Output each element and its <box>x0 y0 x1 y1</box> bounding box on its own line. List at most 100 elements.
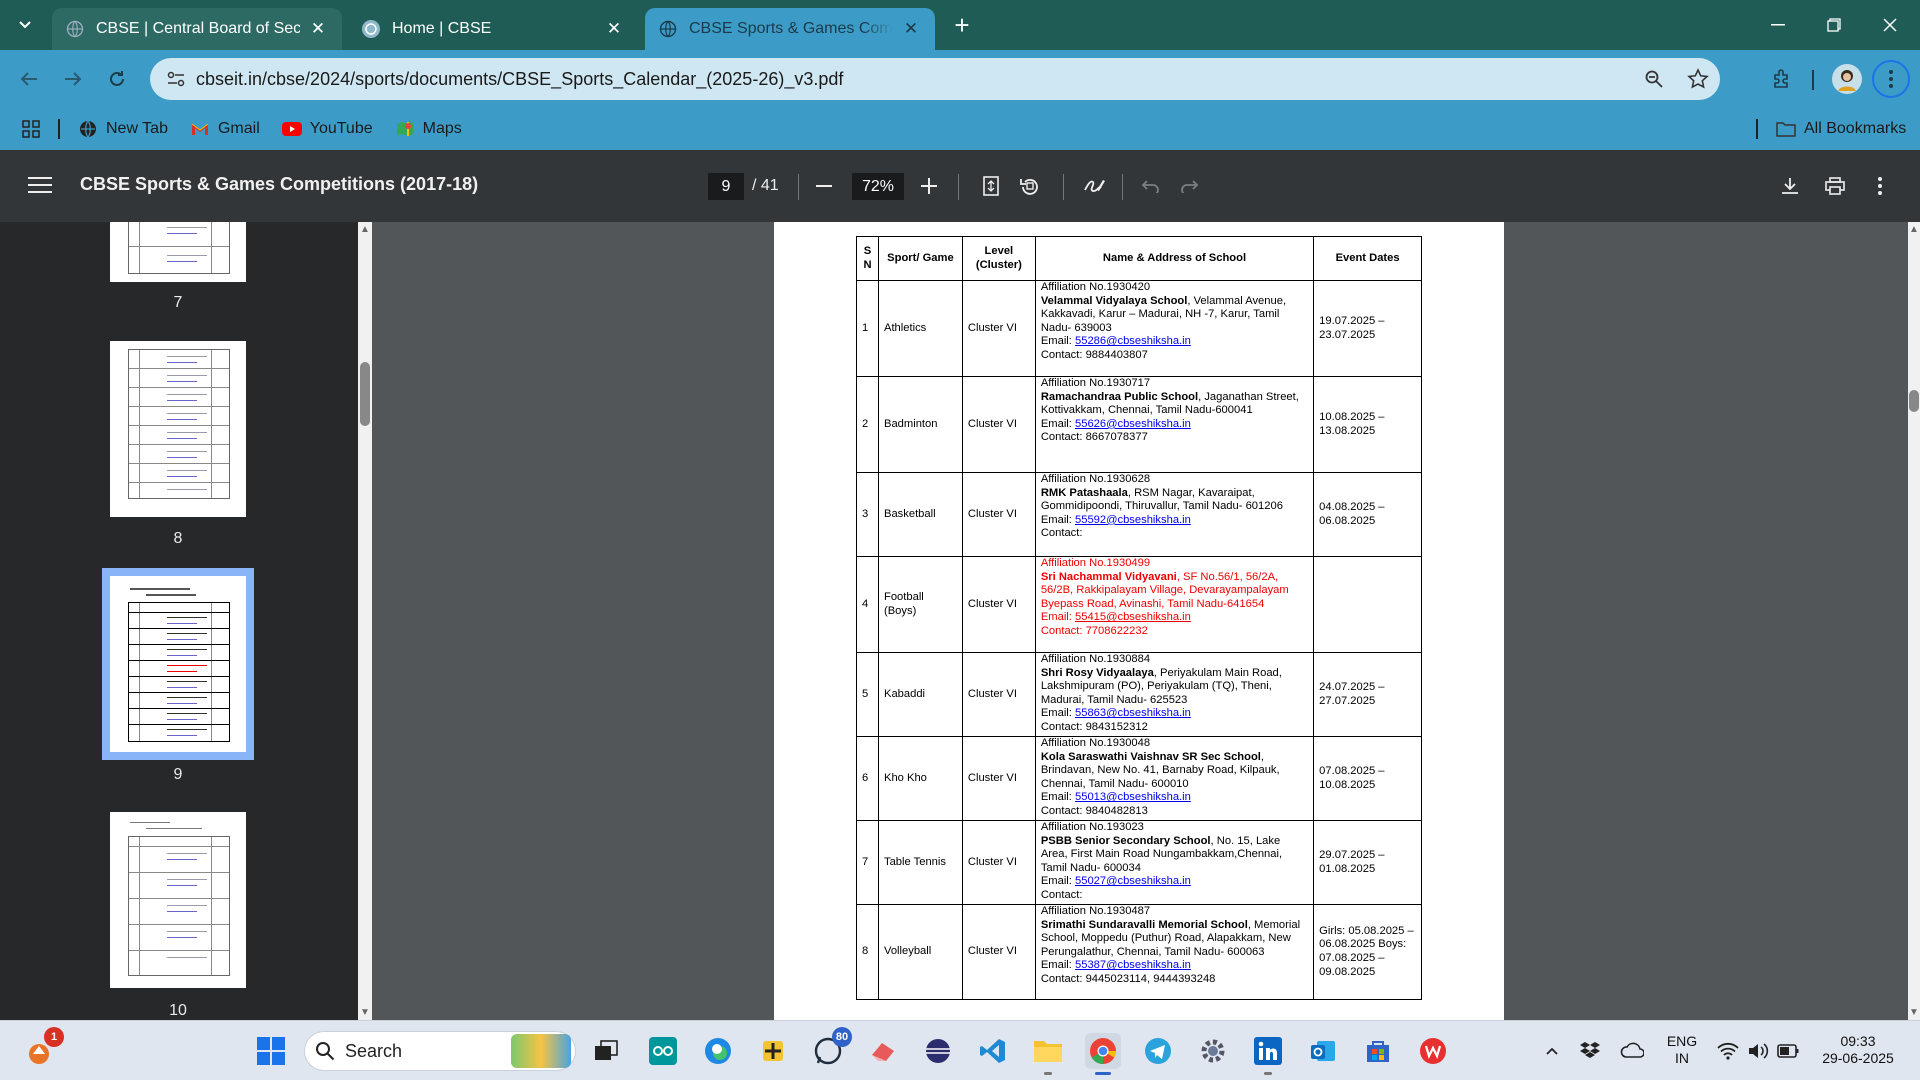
scroll-up-arrow-icon[interactable]: ▲ <box>1908 224 1920 235</box>
cell-sn: 6 <box>856 736 879 821</box>
app-eraser-icon[interactable] <box>865 1033 901 1069</box>
redo-button[interactable] <box>1174 170 1206 202</box>
more-options-button[interactable] <box>1864 170 1896 202</box>
pdf-viewport: S N Sport/ Game Level (Cluster) Name & A… <box>372 222 1908 1020</box>
chrome-menu-button[interactable] <box>1872 60 1910 98</box>
scroll-down-arrow-icon[interactable]: ▼ <box>1908 1007 1920 1018</box>
close-tab-icon[interactable]: ✕ <box>604 19 624 39</box>
email-link[interactable]: 55592@cbseshiksha.in <box>1075 514 1191 526</box>
start-button[interactable] <box>253 1033 289 1069</box>
battery-icon[interactable] <box>1770 1033 1806 1069</box>
wps-office-icon[interactable] <box>1415 1033 1451 1069</box>
tab-title: CBSE Sports & Games Competitions <box>689 20 893 37</box>
download-button[interactable] <box>1774 170 1806 202</box>
email-link[interactable]: 55626@cbseshiksha.in <box>1075 418 1191 430</box>
restore-button[interactable] <box>1806 0 1862 50</box>
sidebar-scrollbar[interactable]: ▲ ▼ <box>358 222 372 1020</box>
show-hidden-icons-button[interactable] <box>1534 1033 1570 1069</box>
thumbnail-page-10[interactable] <box>110 812 246 988</box>
zoom-icon[interactable] <box>1632 69 1676 89</box>
folder-icon <box>1776 119 1796 139</box>
print-button[interactable] <box>1819 170 1851 202</box>
app-orb-icon[interactable] <box>920 1033 956 1069</box>
email-label: Email: <box>1040 875 1076 888</box>
minimize-button[interactable] <box>1750 0 1806 50</box>
address-bar[interactable]: cbseit.in/cbse/2024/sports/documents/CBS… <box>150 58 1720 100</box>
tab-search-button[interactable] <box>10 10 40 40</box>
thumbnail-page-8[interactable] <box>110 341 246 517</box>
bookmark-new-tab[interactable]: New Tab <box>78 119 168 139</box>
cell-sport-game: Kho Kho <box>877 736 963 821</box>
email-link[interactable]: 55027@cbseshiksha.in <box>1075 875 1191 887</box>
edge-icon[interactable] <box>700 1033 736 1069</box>
telegram-icon[interactable] <box>1140 1033 1176 1069</box>
outlook-icon[interactable] <box>1305 1033 1341 1069</box>
tab-cbse-central-board[interactable]: CBSE | Central Board of Secondary Educat… <box>52 8 342 50</box>
viewer-scrollbar[interactable]: ▲ ▼ <box>1908 222 1920 1020</box>
thumbnail-page-9[interactable] <box>102 568 254 760</box>
email-link[interactable]: 55013@cbseshiksha.in <box>1075 791 1191 803</box>
chrome-icon[interactable] <box>1085 1033 1121 1075</box>
app-arduino-icon[interactable] <box>645 1033 681 1069</box>
zoom-level-input[interactable]: 72% <box>852 173 904 200</box>
scrollbar-thumb[interactable] <box>1909 390 1919 412</box>
close-tab-icon[interactable]: ✕ <box>901 19 921 39</box>
thumbnail-page-7[interactable] <box>110 222 246 282</box>
notification-app-icon[interactable]: 1 <box>22 1027 64 1069</box>
taskbar-search[interactable]: Search <box>304 1031 576 1071</box>
vscode-icon[interactable] <box>975 1033 1011 1069</box>
scrollbar-thumb[interactable] <box>360 362 370 426</box>
zoom-out-button[interactable] <box>808 170 840 202</box>
scroll-up-arrow-icon[interactable]: ▲ <box>359 224 371 235</box>
all-bookmarks-button[interactable]: All Bookmarks <box>1776 119 1906 139</box>
profile-avatar[interactable] <box>1828 60 1866 98</box>
bookmark-gmail[interactable]: Gmail <box>190 119 260 139</box>
cell-event-dates: 04.08.2025 – 06.08.2025 <box>1313 472 1422 557</box>
language-indicator[interactable]: ENG IN <box>1662 1033 1702 1067</box>
rotate-button[interactable] <box>1014 170 1046 202</box>
email-link[interactable]: 55863@cbseshiksha.in <box>1075 707 1191 719</box>
tab-home-cbse[interactable]: Home | CBSE ✕ <box>348 8 638 50</box>
task-view-button[interactable] <box>588 1033 624 1069</box>
bookmark-star-icon[interactable] <box>1676 68 1720 90</box>
email-link[interactable]: 55387@cbseshiksha.in <box>1075 959 1191 971</box>
fit-page-button[interactable] <box>975 170 1007 202</box>
bookmark-maps[interactable]: Maps <box>395 119 462 139</box>
url-text[interactable]: cbseit.in/cbse/2024/sports/documents/CBS… <box>196 69 1632 90</box>
cell-level: Cluster VI <box>961 376 1036 473</box>
cell-sn: 3 <box>856 472 879 557</box>
linkedin-icon[interactable] <box>1250 1033 1286 1075</box>
microsoft-store-icon[interactable] <box>1360 1033 1396 1069</box>
reload-button[interactable] <box>102 64 132 94</box>
tab-sports-games[interactable]: CBSE Sports & Games Competitions ✕ <box>645 8 935 50</box>
settings-icon[interactable] <box>1195 1033 1231 1069</box>
close-tab-icon[interactable]: ✕ <box>308 19 328 39</box>
new-tab-button[interactable]: + <box>948 12 976 40</box>
undo-button[interactable] <box>1134 170 1166 202</box>
affiliation-number: Affiliation No.1930420 <box>1040 281 1151 293</box>
dropbox-icon[interactable] <box>1572 1033 1608 1069</box>
site-info-icon[interactable] <box>156 71 196 87</box>
email-link[interactable]: 55415@cbseshiksha.in <box>1075 611 1191 623</box>
cell-event-dates: 29.07.2025 – 01.08.2025 <box>1313 820 1422 905</box>
affiliation-number: Affiliation No.1930628 <box>1040 473 1151 485</box>
email-link[interactable]: 55286@cbseshiksha.in <box>1075 335 1191 347</box>
app-game-icon[interactable] <box>755 1033 791 1069</box>
forward-button[interactable] <box>58 64 88 94</box>
network-cloud-icon[interactable] <box>1614 1033 1650 1069</box>
running-indicator <box>1264 1072 1272 1075</box>
sidebar-menu-button[interactable] <box>26 172 54 200</box>
annotate-button[interactable] <box>1078 170 1110 202</box>
bookmark-youtube[interactable]: YouTube <box>281 119 373 139</box>
page-number-input[interactable]: 9 <box>708 173 744 200</box>
close-window-button[interactable] <box>1862 0 1918 50</box>
extensions-button[interactable] <box>1762 60 1802 98</box>
back-button[interactable] <box>14 64 44 94</box>
scroll-down-arrow-icon[interactable]: ▼ <box>359 1007 371 1018</box>
file-explorer-icon[interactable] <box>1030 1033 1066 1075</box>
email-line: Email: 55415@cbseshiksha.in <box>1041 611 1308 625</box>
apps-button[interactable] <box>22 120 40 138</box>
clock[interactable]: 09:33 29-06-2025 <box>1812 1033 1904 1067</box>
zoom-in-button[interactable] <box>913 170 945 202</box>
whatsapp-icon[interactable]: 80 <box>810 1027 852 1069</box>
